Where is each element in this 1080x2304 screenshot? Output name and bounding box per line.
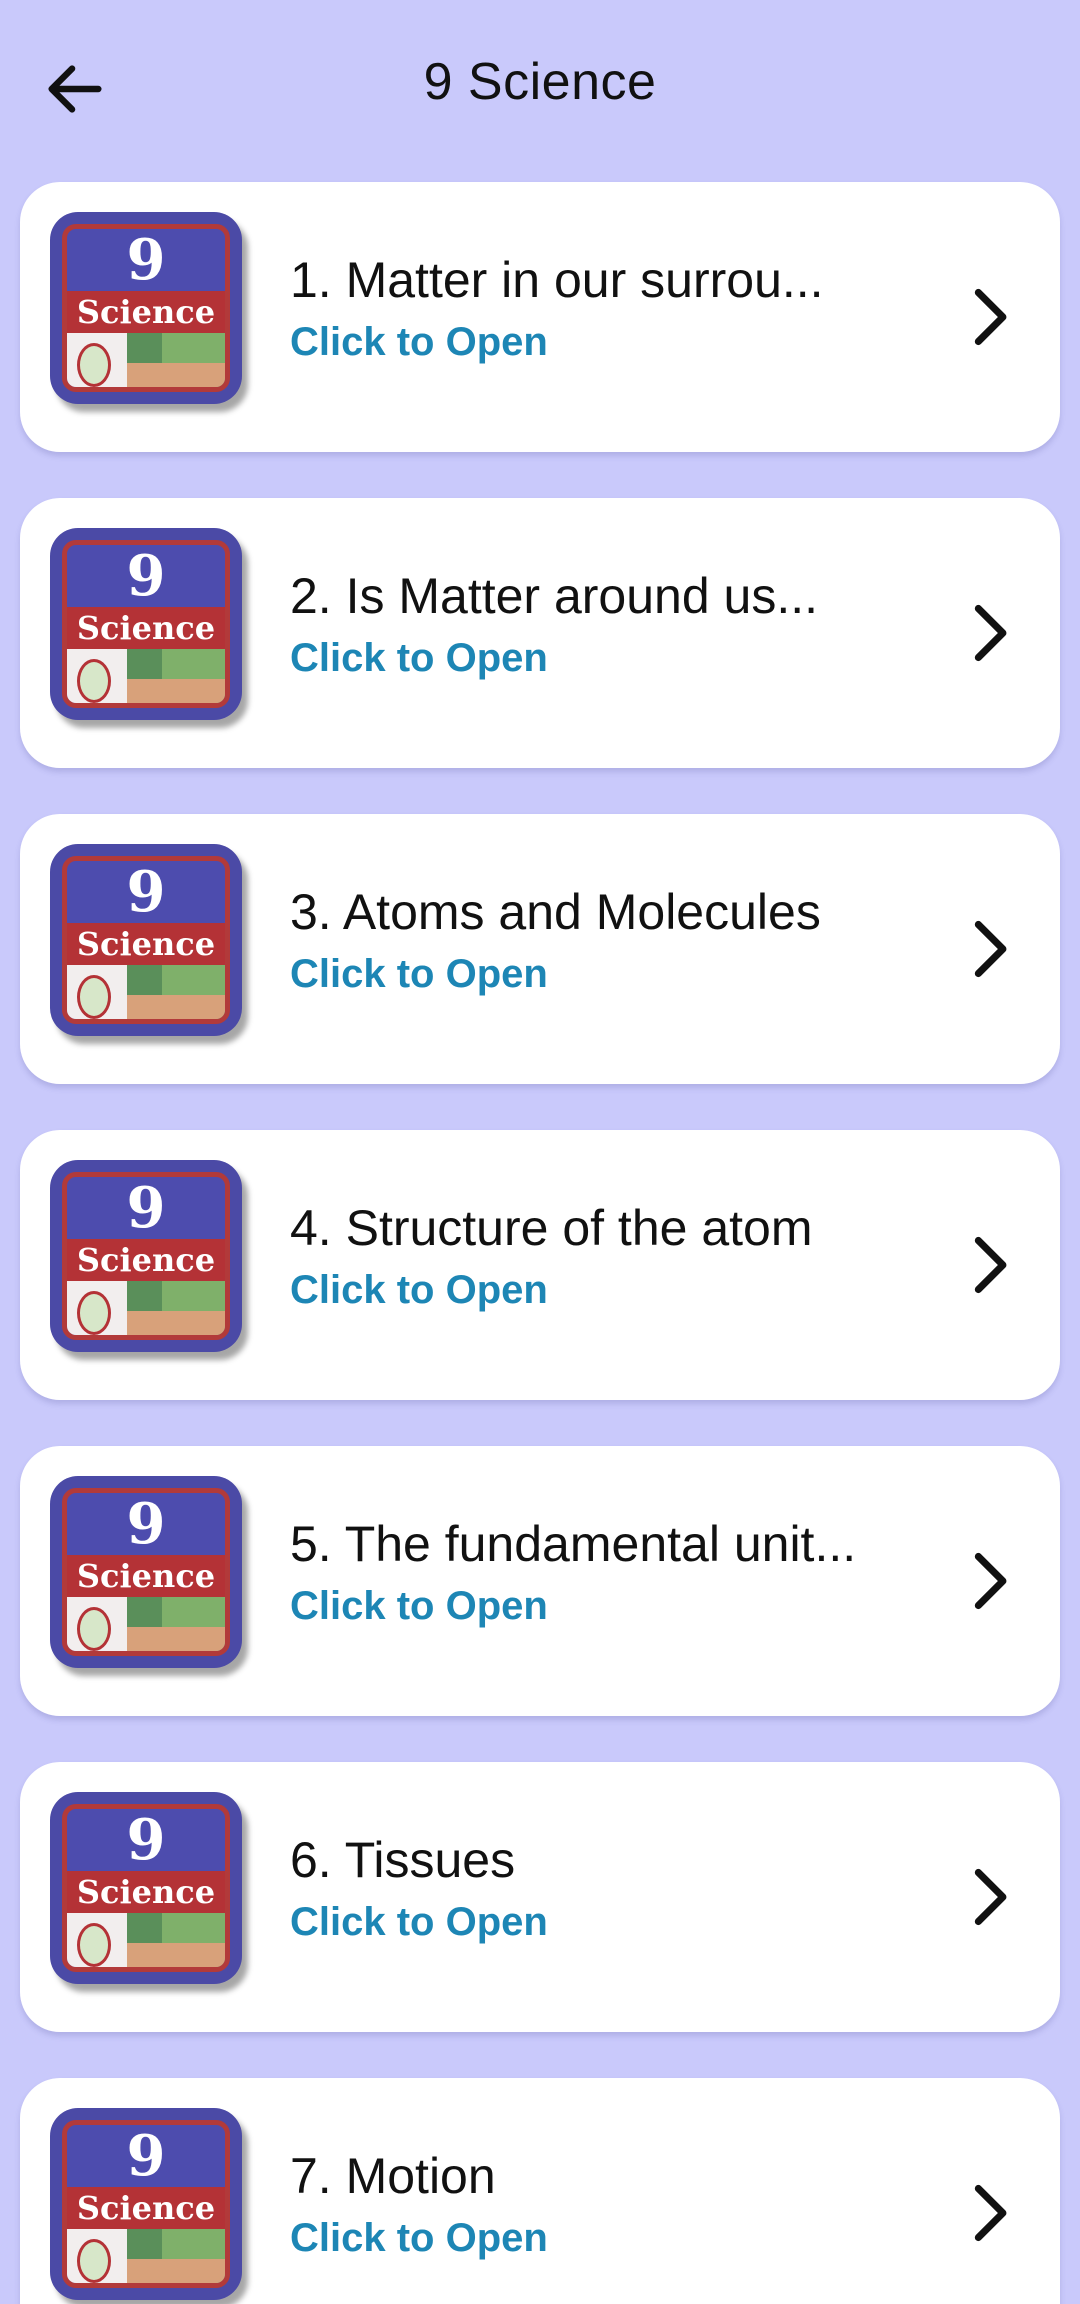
book-cover-thumbnail: 9 Science [50,844,242,1036]
chapter-title: 4. Structure of the atom [290,1200,813,1256]
chapter-title: 3. Atoms and Molecules [290,884,821,940]
cell-illustration-icon [77,1607,111,1651]
click-to-open-label[interactable]: Click to Open [290,2214,940,2262]
cell-illustration-icon [77,1291,111,1335]
cover-label: Science [67,1239,225,1281]
book-cover-thumbnail: 9 Science [50,528,242,720]
click-to-open-label[interactable]: Click to Open [290,950,940,998]
cover-label: Science [67,607,225,649]
book-cover-thumbnail: 9 Science [50,212,242,404]
click-to-open-label[interactable]: Click to Open [290,1266,940,1314]
chapter-title: 2. Is Matter around us... [290,568,819,624]
cell-illustration-icon [77,2239,111,2283]
cover-number: 9 [126,543,166,609]
cover-label: Science [67,2187,225,2229]
book-cover-thumbnail: 9 Science [50,2108,242,2300]
chapter-card-5[interactable]: 9 Science 5. The fundamental unit... Cli… [20,1446,1060,1716]
cell-illustration-icon [77,1923,111,1967]
chevron-right-icon[interactable] [962,1230,1022,1300]
cover-illustration [67,649,225,703]
chevron-right-icon[interactable] [962,2178,1022,2248]
cover-label: Science [67,1871,225,1913]
cover-illustration [67,1913,225,1967]
chapter-title: 6. Tissues [290,1832,516,1888]
chevron-right-icon[interactable] [962,598,1022,668]
cover-illustration [67,965,225,1019]
chapter-card-1[interactable]: 9 Science 1. Matter in our surrou... Cli… [20,182,1060,452]
cover-label: Science [67,1555,225,1597]
chevron-right-icon[interactable] [962,914,1022,984]
cover-label: Science [67,291,225,333]
click-to-open-label[interactable]: Click to Open [290,1582,940,1630]
chapter-card-4[interactable]: 9 Science 4. Structure of the atom Click… [20,1130,1060,1400]
chapter-card-2[interactable]: 9 Science 2. Is Matter around us... Clic… [20,498,1060,768]
chapter-list: 9 Science 1. Matter in our surrou... Cli… [20,182,1060,2304]
page-title: 9 Science [423,53,657,111]
cover-number: 9 [126,2123,166,2189]
cell-illustration-icon [77,343,111,387]
chapter-card-3[interactable]: 9 Science 3. Atoms and Molecules Click t… [20,814,1060,1084]
chapter-card-6[interactable]: 9 Science 6. Tissues Click to Open [20,1762,1060,2032]
book-cover-thumbnail: 9 Science [50,1160,242,1352]
app-screen: 9 Science 9 Science 1. Matter in our sur… [0,0,1080,2304]
cover-illustration [67,1597,225,1651]
chapter-title: 1. Matter in our surrou... [290,252,824,308]
book-cover-thumbnail: 9 Science [50,1476,242,1668]
cover-label: Science [67,923,225,965]
chevron-right-icon[interactable] [962,1862,1022,1932]
cell-illustration-icon [77,659,111,703]
book-cover-thumbnail: 9 Science [50,1792,242,1984]
cover-illustration [67,1281,225,1335]
chapter-title: 7. Motion [290,2148,496,2204]
chevron-right-icon[interactable] [962,282,1022,352]
top-app-bar: 9 Science [0,0,1080,170]
click-to-open-label[interactable]: Click to Open [290,634,940,682]
cover-number: 9 [126,1175,166,1241]
cover-number: 9 [126,1807,166,1873]
cover-number: 9 [126,859,166,925]
cover-illustration [67,2229,225,2283]
cover-number: 9 [126,227,166,293]
chevron-right-icon[interactable] [962,1546,1022,1616]
chapter-card-7[interactable]: 9 Science 7. Motion Click to Open [20,2078,1060,2304]
cover-number: 9 [126,1491,166,1557]
cell-illustration-icon [77,975,111,1019]
cover-illustration [67,333,225,387]
chapter-title: 5. The fundamental unit... [290,1516,857,1572]
click-to-open-label[interactable]: Click to Open [290,318,940,366]
click-to-open-label[interactable]: Click to Open [290,1898,940,1946]
